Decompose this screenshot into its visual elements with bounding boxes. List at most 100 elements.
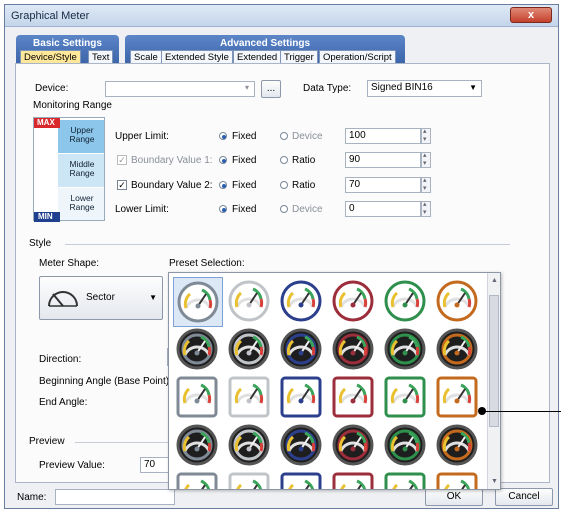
boundary-value-1-ratio-radio[interactable] (280, 156, 288, 164)
preset-meter-item[interactable] (225, 421, 275, 471)
preset-meter-item[interactable] (381, 373, 431, 423)
boundary-value-2-spinner[interactable] (421, 176, 431, 193)
boundary-value-1-fixed-radio[interactable] (219, 156, 227, 164)
cancel-button[interactable]: Cancel (495, 488, 553, 506)
meter-shape-select[interactable]: Sector ▼ (39, 276, 163, 320)
boundary-value-2-ratio-radio[interactable] (280, 181, 288, 189)
meter-thumbnail-icon (228, 280, 270, 322)
lower-limit-fixed-radio[interactable] (219, 205, 227, 213)
preset-meter-item[interactable] (329, 373, 379, 423)
meter-thumbnail-icon (332, 472, 374, 489)
boundary-value-2-input[interactable]: 70 (345, 177, 421, 193)
preset-meter-item[interactable] (225, 469, 275, 489)
preset-meter-item[interactable] (329, 277, 379, 327)
meter-thumbnail-icon (280, 376, 322, 418)
window-title: Graphical Meter (11, 10, 90, 22)
meter-thumbnail-icon (176, 472, 218, 489)
lower-range-label: Lower Range (69, 193, 95, 212)
meter-thumbnail-icon (436, 328, 478, 370)
preset-meter-item[interactable] (381, 325, 431, 375)
scroll-up-icon[interactable]: ▲ (491, 277, 498, 284)
sector-meter-icon (48, 291, 78, 307)
data-type-select[interactable]: Signed BIN16 ▼ (367, 80, 482, 97)
scroll-down-icon[interactable]: ▼ (491, 478, 498, 485)
advanced-settings-label: Advanced Settings (219, 38, 311, 49)
preset-meter-item[interactable] (329, 325, 379, 375)
data-type-value: Signed BIN16 (371, 82, 433, 93)
preset-meter-item[interactable] (277, 421, 327, 471)
meter-thumbnail-icon (228, 472, 270, 489)
lower-limit-device-radio[interactable] (280, 205, 288, 213)
preset-meter-item[interactable] (225, 325, 275, 375)
preset-meter-item[interactable] (173, 469, 223, 489)
preset-meter-item[interactable] (173, 373, 223, 423)
lower-limit-device-label: Device (292, 204, 323, 215)
direction-label: Direction: (39, 354, 82, 365)
preset-meter-item[interactable] (277, 373, 327, 423)
boundary-value-2-checkbox[interactable]: ✓ (117, 180, 127, 190)
chevron-down-icon: ▼ (149, 293, 157, 302)
preset-meter-item[interactable] (433, 373, 483, 423)
preset-meter-item[interactable] (173, 325, 223, 375)
device-dropdown-icon[interactable]: ▾ (245, 83, 249, 92)
meter-thumbnail-icon (332, 424, 374, 466)
meter-thumbnail-icon (176, 424, 218, 466)
boundary-value-1-spinner[interactable] (421, 151, 431, 168)
preset-meter-item[interactable] (173, 421, 223, 471)
meter-thumbnail-icon (436, 424, 478, 466)
preset-meter-item[interactable] (433, 421, 483, 471)
preset-meter-item[interactable] (173, 277, 223, 327)
min-label: MIN (38, 212, 53, 221)
boundary-value-1-label: Boundary Value 1: (131, 155, 213, 166)
preset-meter-item[interactable] (329, 469, 379, 489)
preview-divider (75, 442, 170, 443)
meter-thumbnail-icon (228, 424, 270, 466)
upper-limit-spinner[interactable] (421, 127, 431, 144)
upper-limit-input[interactable]: 100 (345, 128, 421, 144)
boundary-value-1-input[interactable]: 90 (345, 152, 421, 168)
data-type-label: Data Type: (303, 83, 352, 94)
boundary-value-2-fixed-radio[interactable] (219, 181, 227, 189)
upper-limit-fixed-radio[interactable] (219, 132, 227, 140)
close-button[interactable]: x (510, 7, 552, 23)
lower-limit-input[interactable]: 0 (345, 201, 421, 217)
meter-thumbnail-icon (176, 328, 218, 370)
meter-thumbnail-icon (177, 281, 219, 323)
upper-limit-device-radio[interactable] (280, 132, 288, 140)
preset-meter-item[interactable] (277, 325, 327, 375)
device-browse-button[interactable]: ... (261, 80, 281, 98)
preset-meter-item[interactable] (433, 469, 483, 489)
preset-meter-item[interactable] (277, 469, 327, 489)
meter-thumbnail-icon (436, 376, 478, 418)
preview-value-label: Preview Value: (39, 460, 105, 471)
boundary-value-2-fixed-label: Fixed (232, 180, 257, 191)
meter-thumbnail-icon (228, 376, 270, 418)
boundary-value-2-ratio-label: Ratio (292, 180, 316, 191)
scroll-thumb[interactable] (489, 295, 499, 427)
preset-meter-item[interactable] (225, 277, 275, 327)
meter-thumbnail-icon (384, 472, 426, 489)
meter-thumbnail-icon (384, 376, 426, 418)
device-input[interactable] (105, 81, 255, 97)
preset-meter-item[interactable] (381, 277, 431, 327)
name-input[interactable] (55, 489, 175, 505)
preset-meter-item[interactable] (381, 421, 431, 471)
preset-meter-item[interactable] (329, 421, 379, 471)
boundary-value-1-checkbox[interactable]: ✓ (117, 155, 127, 165)
basic-settings-label: Basic Settings (33, 38, 102, 49)
ok-button[interactable]: OK (425, 488, 483, 506)
lower-limit-spinner[interactable] (421, 200, 431, 217)
upper-limit-device-label: Device (292, 131, 323, 142)
meter-thumbnail-icon (280, 280, 322, 322)
preset-scrollbar[interactable]: ▲ ▼ (487, 273, 500, 489)
callout-dot (478, 407, 486, 415)
preset-meter-item[interactable] (433, 277, 483, 327)
chevron-down-icon: ▼ (469, 83, 477, 92)
preview-section-title: Preview (29, 436, 65, 447)
preset-meter-item[interactable] (433, 325, 483, 375)
end-angle-label: End Angle: (39, 397, 88, 408)
preset-meter-item[interactable] (381, 469, 431, 489)
preset-meter-item[interactable] (225, 373, 275, 423)
preset-meter-item[interactable] (277, 277, 327, 327)
preset-selection-list[interactable]: ▲ ▼ (168, 272, 501, 490)
